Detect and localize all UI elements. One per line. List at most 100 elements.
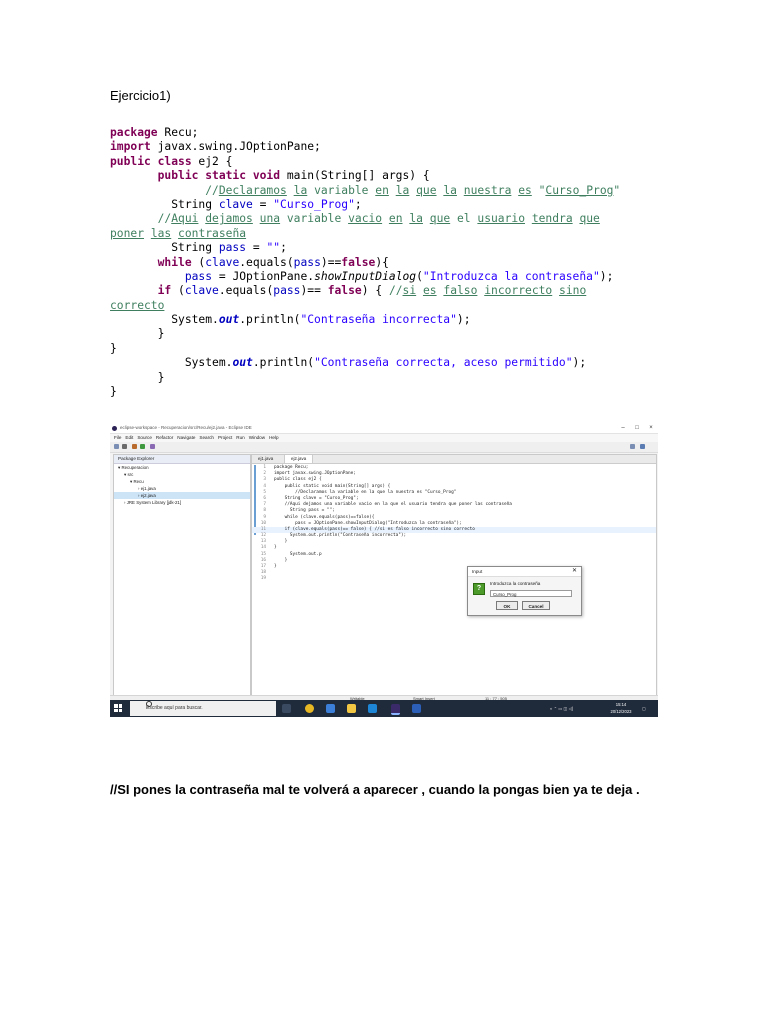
explanation-note: //SI pones la contraseña mal te volverá … — [110, 782, 640, 797]
clock-date: 20/12/2023 — [610, 708, 632, 714]
windows-start-icon[interactable] — [114, 704, 122, 712]
code-keyword: if — [157, 284, 172, 298]
code-line: import javax.swing.JOptionPane; — [110, 140, 620, 154]
tree-item-file[interactable]: › ej1.java — [114, 485, 250, 492]
code-editor[interactable]: ej1.java ej2.java 1 package Recu; 2 import … — [251, 454, 657, 696]
menu-item[interactable]: Window — [249, 434, 265, 442]
save-icon[interactable] — [122, 444, 127, 449]
code-text: = JOptionPane. — [212, 269, 315, 283]
embedded-screenshot: eclipse-workspace - Recuperacion/src/Rec… — [110, 424, 658, 717]
code-text: System. — [184, 356, 233, 370]
tree-item-package[interactable]: ▾ Recu — [114, 478, 250, 485]
code-variable: clave — [218, 197, 253, 211]
tab-ej2[interactable]: ej2.java — [284, 455, 314, 463]
edge-icon[interactable] — [326, 704, 335, 713]
tab-ej1[interactable]: ej1.java — [252, 455, 279, 463]
code-keyword: false — [327, 284, 362, 298]
code-line: System.out.println("Contraseña correcta,… — [110, 356, 620, 370]
java-perspective-icon[interactable] — [640, 444, 645, 449]
word-icon[interactable] — [412, 704, 421, 713]
line-text: System.out.p — [274, 551, 322, 557]
eclipse-taskbar-icon[interactable] — [391, 704, 400, 715]
code-text: ; — [280, 241, 287, 255]
tree-item-project[interactable]: ▾ Recuperacion — [114, 464, 250, 471]
menu-item[interactable]: Refactor — [156, 434, 173, 442]
code-text: ( — [416, 269, 423, 283]
comment-word: usuario — [477, 212, 525, 226]
comment-word: incorrecto — [484, 284, 553, 298]
menu-item[interactable]: Edit — [125, 434, 133, 442]
debug-icon[interactable] — [132, 444, 137, 449]
code-line: } — [110, 341, 117, 355]
menu-item[interactable]: Source — [137, 434, 152, 442]
comment-text: el — [450, 212, 478, 226]
cancel-button[interactable]: Cancel — [522, 601, 550, 610]
code-text: .println( — [239, 313, 301, 327]
tree-item-library[interactable]: › JRE System Library [jdk-21] — [114, 499, 250, 506]
line-text: } — [274, 545, 277, 551]
code-text: Recu; — [157, 126, 199, 139]
comment-text: // — [205, 183, 219, 197]
code-line: String pass = ""; — [110, 241, 620, 255]
code-variable: pass — [218, 241, 247, 255]
run-icon[interactable] — [140, 444, 145, 449]
line-text: //Aqui dejamos una variable vacio en la … — [274, 502, 512, 508]
tree-item-src[interactable]: ▾ src — [114, 471, 250, 478]
minimize-icon[interactable]: – — [616, 424, 630, 433]
package-explorer: Package Explorer ▾ Recuperacion ▾ src ▾ … — [113, 454, 251, 696]
comment-text — [144, 227, 151, 240]
code-string: "Contraseña incorrecta" — [300, 313, 457, 327]
comment-word: si — [402, 284, 417, 298]
taskbar-search[interactable]: Escribe aquí para buscar. — [130, 701, 276, 716]
chrome-icon[interactable] — [305, 704, 314, 713]
menu-item[interactable]: File — [114, 434, 121, 442]
close-icon[interactable]: × — [644, 424, 658, 433]
line-text: } — [274, 557, 288, 563]
line-text: System.out.println("Contraseña incorrect… — [274, 533, 407, 539]
tray-icons[interactable]: ◐ ⌃ ▭ ◫ ◁) — [550, 700, 573, 717]
menu-item[interactable]: Search — [199, 434, 214, 442]
code-string: "" — [266, 241, 281, 255]
tree-item-file-selected[interactable]: › ej2.java — [114, 492, 250, 499]
code-string: "Curso_Prog" — [273, 197, 355, 211]
line-text: String pass = ""; — [274, 508, 335, 514]
code-keyword: while — [157, 255, 192, 269]
code-line: } — [110, 370, 165, 384]
code-variable: clave — [205, 255, 240, 269]
comment-text — [253, 212, 260, 225]
comment-word: que — [416, 183, 437, 197]
code-static-field: out — [218, 313, 240, 327]
editor-line: 19 — [252, 576, 656, 582]
code-line: public class ej2 { — [110, 155, 620, 169]
perspective-icon[interactable] — [630, 444, 635, 449]
code-keyword: import — [110, 140, 151, 154]
menu-item[interactable]: Help — [269, 434, 278, 442]
comment-word: falso — [443, 284, 478, 298]
dialog-title: Input — [472, 569, 483, 574]
new-icon[interactable] — [114, 444, 119, 449]
comment-text — [457, 184, 464, 197]
comment-text — [423, 212, 430, 225]
dialog-close-icon[interactable]: ✕ — [572, 567, 577, 576]
comment-text — [389, 184, 396, 197]
code-method: showInputDialog — [314, 269, 417, 283]
notification-icon[interactable]: ▢ — [642, 700, 646, 717]
ie-icon[interactable] — [368, 704, 377, 713]
file-explorer-icon[interactable] — [347, 704, 356, 713]
toolbar — [110, 442, 658, 453]
comment-word: es — [422, 284, 437, 298]
comment-word: en — [375, 183, 389, 197]
menu-item[interactable]: Run — [236, 434, 244, 442]
task-view-icon[interactable] — [282, 704, 291, 713]
menu-item[interactable]: Project — [218, 434, 232, 442]
line-text: public class ej2 { — [274, 477, 322, 483]
menu-item[interactable]: Navigate — [177, 434, 195, 442]
taskbar-clock[interactable]: 15:14 20/12/2023 — [606, 702, 636, 715]
code-text: String — [171, 241, 219, 255]
maximize-icon[interactable]: □ — [630, 424, 644, 433]
password-input[interactable]: Curso_Prog — [490, 590, 572, 597]
ok-button[interactable]: OK — [496, 601, 518, 610]
search-icon[interactable] — [150, 444, 155, 449]
